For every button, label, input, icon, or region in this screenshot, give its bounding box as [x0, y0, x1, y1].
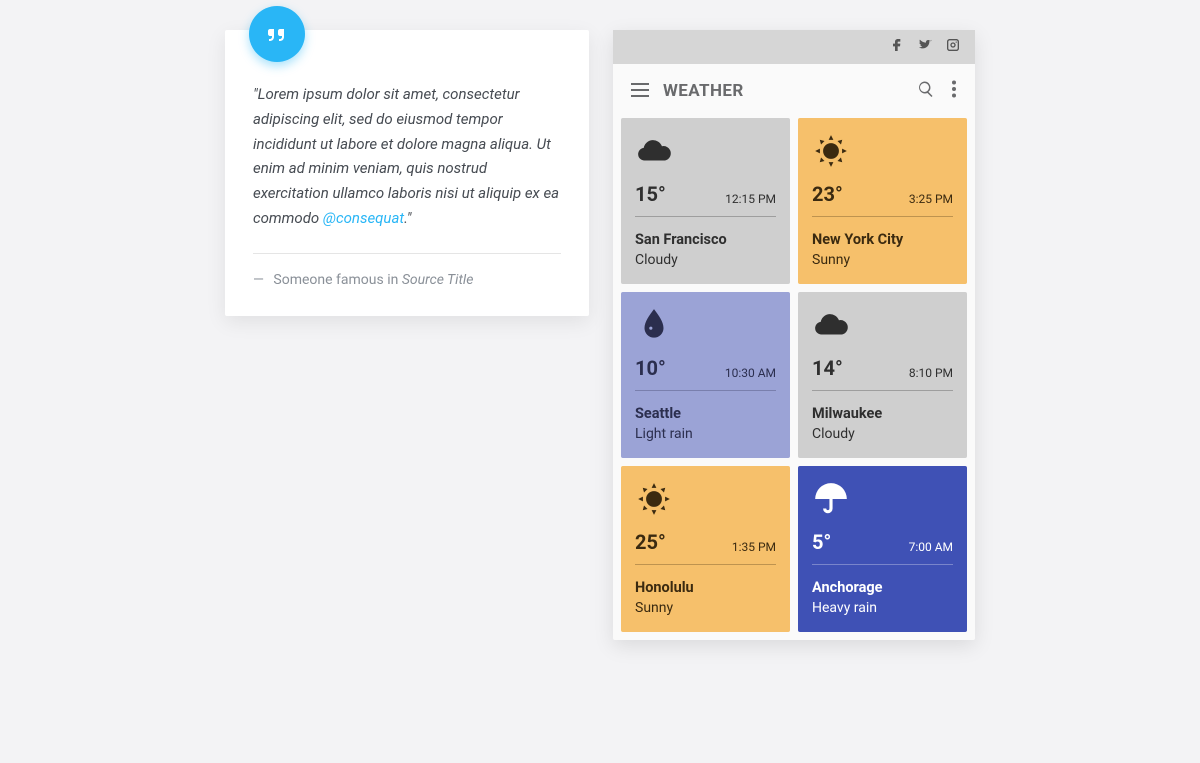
weather-condition: Cloudy	[635, 252, 776, 268]
weather-card: WEATHER 15° 12:15 PM San Francisco Cloudy 23…	[613, 30, 975, 640]
drop-icon	[635, 306, 776, 344]
search-icon[interactable]	[917, 80, 935, 102]
weather-tile-divider	[812, 216, 953, 217]
facebook-icon[interactable]	[889, 37, 905, 57]
weather-temp: 14°	[812, 356, 843, 380]
quote-body-pre: "Lorem ipsum dolor sit amet, consectetur…	[253, 85, 559, 227]
weather-time: 7:00 AM	[909, 540, 953, 554]
quote-source-title: Source Title	[402, 272, 474, 288]
cloud-icon	[635, 132, 776, 170]
hamburger-icon[interactable]	[631, 82, 649, 101]
quote-body: "Lorem ipsum dolor sit amet, consectetur…	[253, 82, 561, 231]
weather-tile-row: 5° 7:00 AM	[812, 530, 953, 564]
quote-icon	[265, 22, 289, 46]
weather-condition: Heavy rain	[812, 600, 953, 616]
weather-social-bar	[613, 30, 975, 64]
weather-tile-divider	[635, 564, 776, 565]
weather-tile-row: 10° 10:30 AM	[635, 356, 776, 390]
weather-time: 12:15 PM	[725, 192, 776, 206]
weather-condition: Sunny	[812, 252, 953, 268]
weather-tile-row: 23° 3:25 PM	[812, 182, 953, 216]
weather-tile[interactable]: 25° 1:35 PM Honolulu Sunny	[621, 466, 790, 632]
quote-card: "Lorem ipsum dolor sit amet, consectetur…	[225, 30, 589, 316]
weather-tile-divider	[812, 564, 953, 565]
weather-tile[interactable]: 23° 3:25 PM New York City Sunny	[798, 118, 967, 284]
cloud-icon	[812, 306, 953, 344]
twitter-icon[interactable]	[917, 37, 933, 57]
weather-time: 3:25 PM	[909, 192, 953, 206]
weather-condition: Cloudy	[812, 426, 953, 442]
quote-divider	[253, 253, 561, 254]
weather-tile-divider	[635, 216, 776, 217]
weather-city: San Francisco	[635, 231, 776, 248]
em-dash: —	[253, 272, 264, 288]
quote-attribution: Someone famous in	[273, 272, 401, 288]
weather-header: WEATHER	[613, 64, 975, 118]
weather-time: 8:10 PM	[909, 366, 953, 380]
weather-tile-row: 25° 1:35 PM	[635, 530, 776, 564]
weather-city: Milwaukee	[812, 405, 953, 422]
weather-grid: 15° 12:15 PM San Francisco Cloudy 23° 3:25 PM…	[613, 118, 975, 640]
quote-footer: — Someone famous in Source Title	[253, 272, 561, 288]
weather-tile-row: 14° 8:10 PM	[812, 356, 953, 390]
weather-tile-row: 15° 12:15 PM	[635, 182, 776, 216]
weather-temp: 23°	[812, 182, 843, 206]
weather-temp: 25°	[635, 530, 666, 554]
weather-condition: Light rain	[635, 426, 776, 442]
weather-tile[interactable]: 14° 8:10 PM Milwaukee Cloudy	[798, 292, 967, 458]
weather-temp: 5°	[812, 530, 831, 554]
weather-tile-divider	[635, 390, 776, 391]
quote-mention-link[interactable]: @consequat	[323, 209, 404, 227]
sun-icon	[812, 132, 953, 170]
weather-time: 1:35 PM	[732, 540, 776, 554]
weather-tile[interactable]: 10° 10:30 AM Seattle Light rain	[621, 292, 790, 458]
instagram-icon[interactable]	[945, 37, 961, 57]
quote-body-post: ."	[404, 209, 411, 227]
weather-temp: 15°	[635, 182, 666, 206]
weather-temp: 10°	[635, 356, 666, 380]
weather-city: Seattle	[635, 405, 776, 422]
weather-time: 10:30 AM	[725, 366, 776, 380]
weather-city: Honolulu	[635, 579, 776, 596]
umbrella-icon	[812, 480, 953, 518]
weather-condition: Sunny	[635, 600, 776, 616]
sun-icon	[635, 480, 776, 518]
weather-tile[interactable]: 5° 7:00 AM Anchorage Heavy rain	[798, 466, 967, 632]
more-vertical-icon[interactable]	[951, 80, 957, 102]
quote-left-icon	[249, 6, 305, 62]
weather-city: New York City	[812, 231, 953, 248]
weather-city: Anchorage	[812, 579, 953, 596]
weather-title: WEATHER	[663, 81, 901, 101]
weather-tile-divider	[812, 390, 953, 391]
weather-tile[interactable]: 15° 12:15 PM San Francisco Cloudy	[621, 118, 790, 284]
